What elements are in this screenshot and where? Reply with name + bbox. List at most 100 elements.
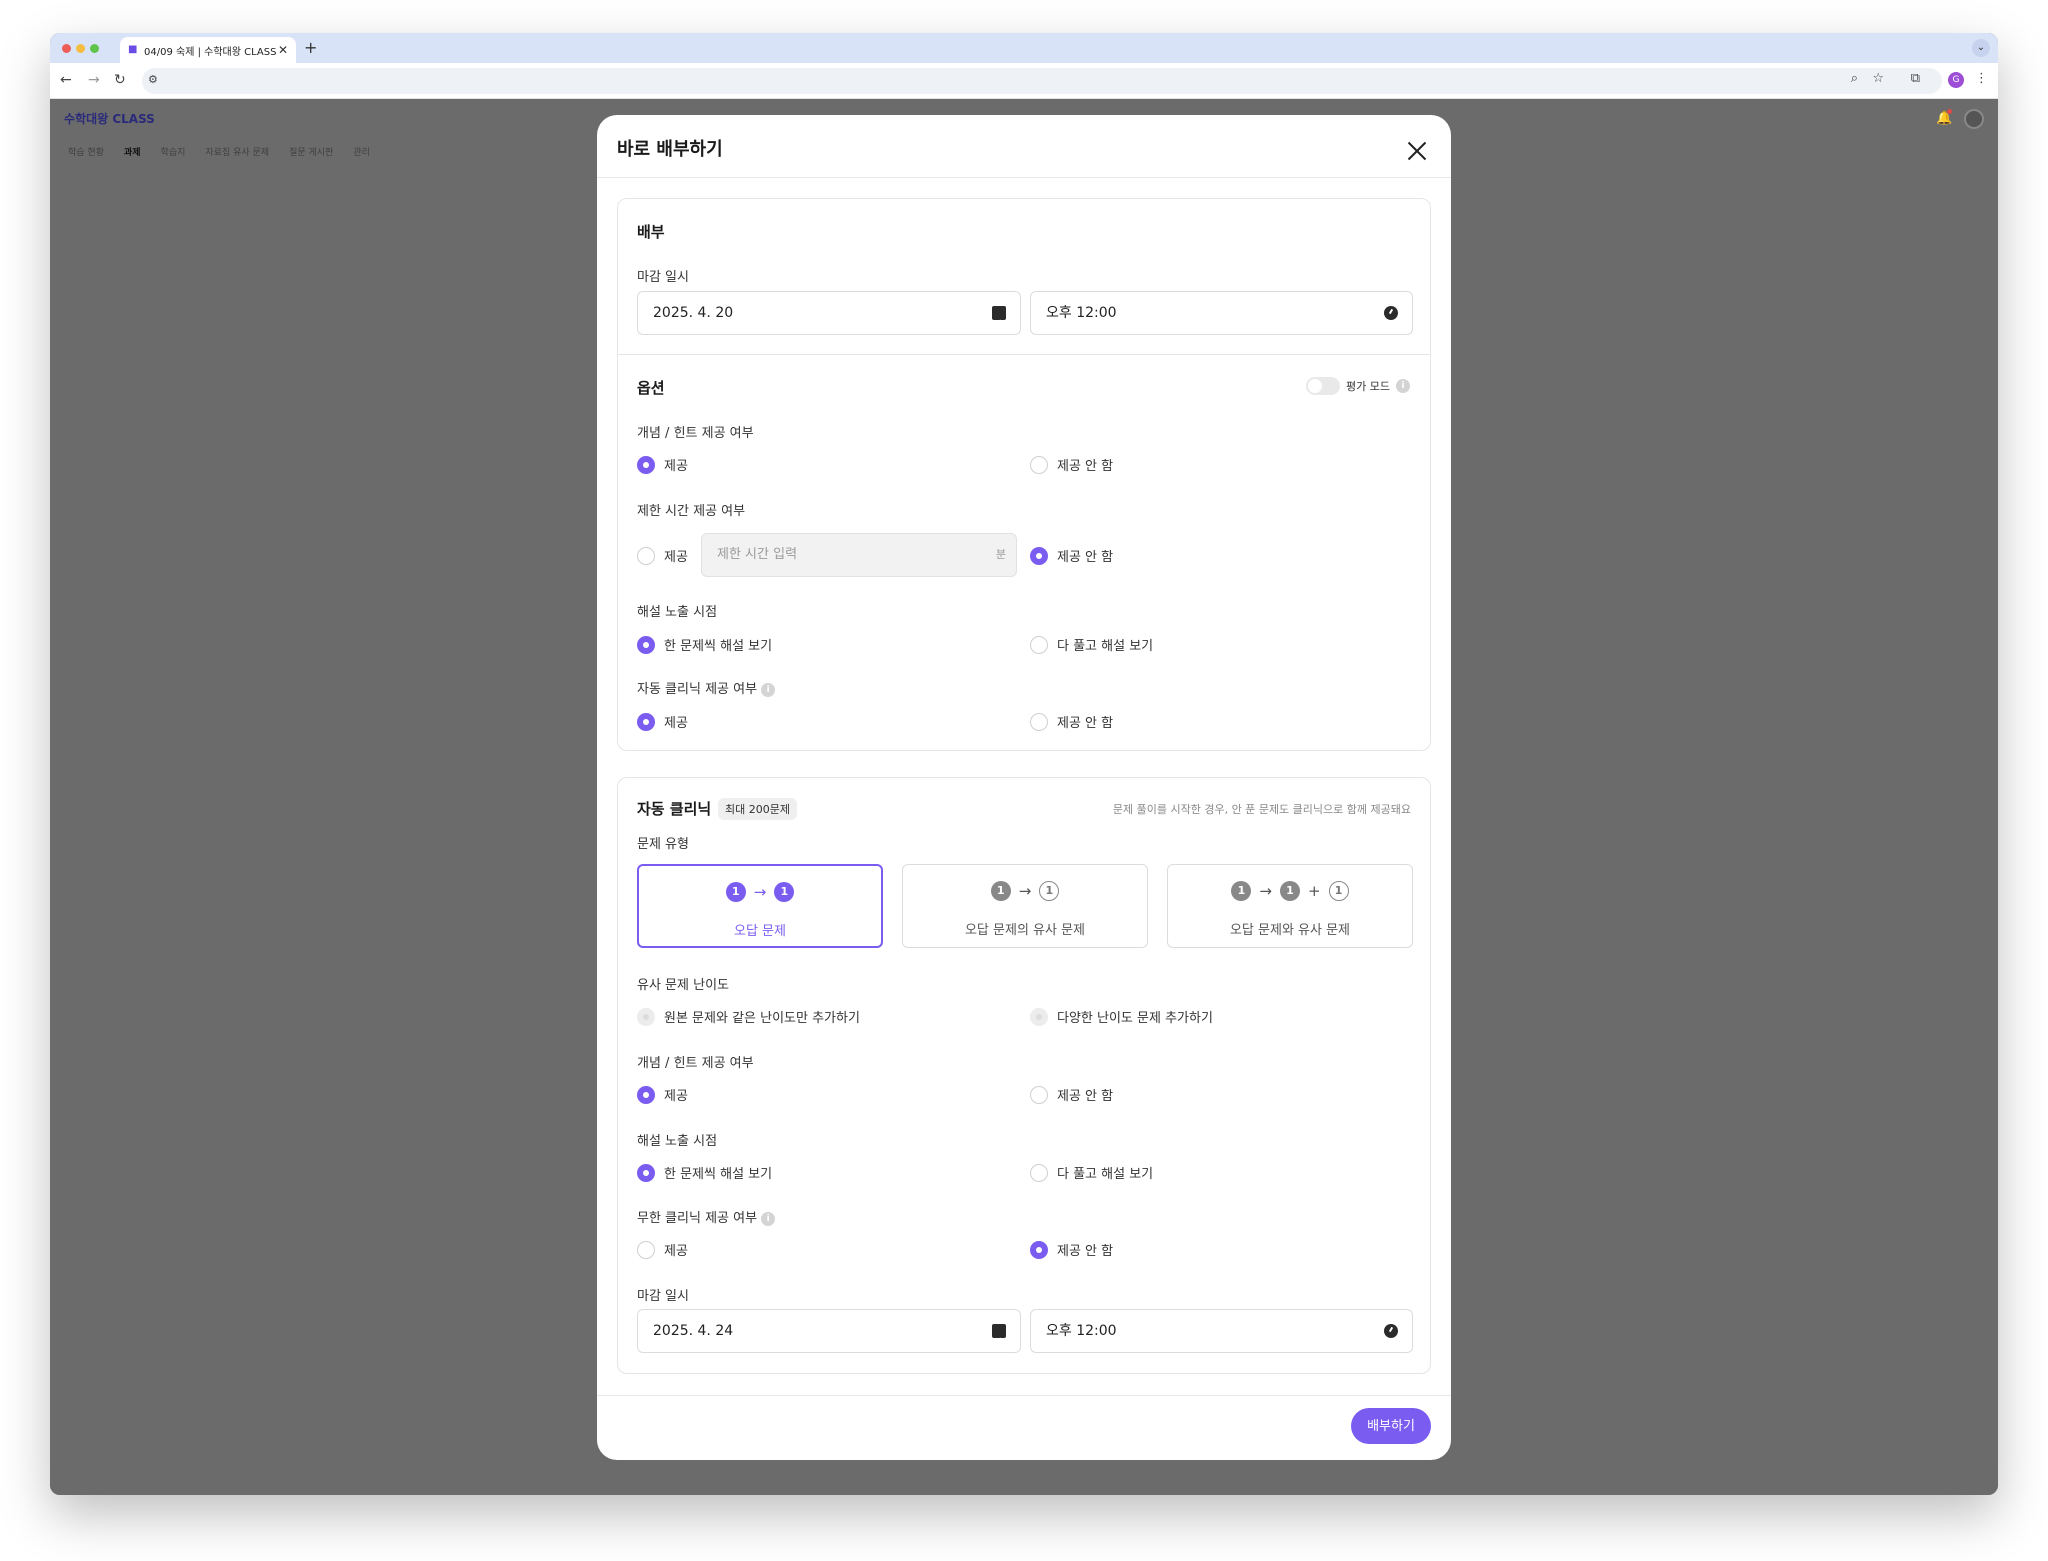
time-limit-no-radio[interactable]: 제공 안 함 — [1030, 546, 1113, 565]
tab-close-icon[interactable]: ✕ — [278, 43, 288, 57]
time-limit-input[interactable]: 제한 시간 입력 분 — [701, 533, 1017, 577]
auto-clinic-card: 자동 클리닉 최대 200문제 문제 풀이를 시작한 경우, 안 푼 문제도 클… — [617, 777, 1431, 1374]
solution-one-by-one-radio[interactable]: 한 문제씩 해설 보기 — [637, 635, 772, 654]
type-icons: 1 → 1 — [903, 881, 1147, 901]
clinic-deadline-date-field[interactable]: 2025. 4. 24 — [637, 1309, 1021, 1363]
clinic-solution-one-by-one-radio[interactable]: 한 문제씩 해설 보기 — [637, 1163, 772, 1182]
clinic-deadline-label: 마감 일시 — [637, 1289, 689, 1304]
type-card-wrong[interactable]: 1 → 1 오답 문제 — [637, 864, 883, 948]
site-settings-icon[interactable]: ⚙ — [148, 73, 158, 86]
infinite-clinic-no-radio[interactable]: 제공 안 함 — [1030, 1240, 1113, 1259]
site-favicon-icon: ■ — [128, 44, 138, 55]
nav-item[interactable]: 질문 게시판 — [289, 145, 333, 158]
info-icon[interactable]: i — [761, 1211, 776, 1226]
nav-item[interactable]: 학습 현황 — [68, 145, 104, 158]
infinite-clinic-label: 무한 클리닉 제공 여부 i — [637, 1207, 776, 1226]
distribution-section-title: 배부 — [637, 223, 665, 241]
time-limit-label: 제한 시간 제공 여부 — [637, 504, 746, 519]
info-icon[interactable]: i — [761, 682, 776, 697]
browser-tab[interactable]: ■ 04/09 숙제 | 수학대왕 CLASS ✕ — [120, 37, 296, 63]
max-problems-badge: 최대 200문제 — [718, 798, 797, 820]
auto-clinic-yes-radio[interactable]: 제공 — [637, 712, 688, 731]
type-card-wrong-and-similar[interactable]: 1 → 1 + 1 오답 문제와 유사 문제 — [1167, 864, 1413, 948]
profile-avatar[interactable]: G — [1948, 72, 1964, 88]
nav-item[interactable]: 자료집 유사 문제 — [205, 145, 269, 158]
similar-problem-icon: 1 — [1328, 881, 1349, 901]
auto-clinic-label: 자동 클리닉 제공 여부 i — [637, 678, 776, 697]
forward-icon[interactable]: → — [88, 72, 100, 88]
type-icons: 1 → 1 — [639, 882, 881, 902]
clinic-concept-hint-yes-radio[interactable]: 제공 — [637, 1085, 688, 1104]
solution-after-all-radio[interactable]: 다 풀고 해설 보기 — [1030, 635, 1153, 654]
calendar-icon[interactable] — [992, 1321, 1006, 1363]
radio-label: 제공 안 함 — [1057, 550, 1114, 565]
wrong-problem-icon: 1 — [990, 881, 1011, 901]
nav-item[interactable]: 학습지 — [161, 145, 186, 158]
maximize-window-icon[interactable] — [90, 44, 99, 53]
radio-label: 제공 — [664, 459, 688, 474]
reload-icon[interactable]: ↻ — [114, 72, 126, 88]
deadline-label: 마감 일시 — [637, 270, 689, 285]
radio-label: 제공 — [664, 550, 688, 565]
clinic-concept-hint-label: 개념 / 힌트 제공 여부 — [637, 1056, 754, 1071]
radio-circle — [1030, 1085, 1048, 1104]
radio-circle — [637, 1007, 655, 1026]
address-bar[interactable] — [142, 68, 1942, 94]
deadline-time-field[interactable]: 오후 12:00 — [1030, 291, 1413, 335]
type-card-label: 오답 문제와 유사 문제 — [1229, 923, 1351, 938]
radio-circle — [1030, 712, 1048, 731]
notification-bell-icon[interactable]: 🔔 — [1936, 109, 1952, 126]
distribute-button[interactable]: 배부하기 — [1351, 1408, 1431, 1444]
radio-label: 한 문제씩 해설 보기 — [664, 639, 773, 654]
back-icon[interactable]: ← — [60, 72, 72, 88]
radio-label: 제공 안 함 — [1057, 459, 1114, 474]
concept-hint-yes-radio[interactable]: 제공 — [637, 455, 688, 474]
radio-circle — [1030, 1163, 1048, 1182]
close-icon[interactable] — [1407, 141, 1427, 161]
new-tab-icon[interactable]: + — [304, 38, 317, 57]
modal-header: 바로 배부하기 — [597, 115, 1451, 178]
radio-circle — [637, 1163, 655, 1182]
time-limit-yes-radio[interactable]: 제공 — [637, 546, 688, 565]
bookmark-star-icon[interactable]: ☆ — [1872, 71, 1884, 86]
minimize-window-icon[interactable] — [76, 44, 85, 53]
difficulty-various-radio[interactable]: 다양한 난이도 문제 추가하기 — [1030, 1007, 1213, 1026]
arrow-right-icon: → — [1018, 882, 1032, 900]
extensions-icon[interactable]: ⧉ — [1911, 71, 1920, 86]
browser-menu-icon[interactable]: ⋮ — [1975, 71, 1988, 86]
radio-circle — [637, 1240, 655, 1259]
type-card-label: 오답 문제의 유사 문제 — [964, 923, 1086, 938]
eval-mode-control: 평가 모드 i — [1306, 377, 1410, 395]
tab-search-chevron-icon[interactable]: ⌄ — [1972, 39, 1990, 57]
deadline-date-field[interactable]: 2025. 4. 20 — [637, 291, 1021, 345]
clinic-solution-after-all-radio[interactable]: 다 풀고 해설 보기 — [1030, 1163, 1153, 1182]
user-avatar[interactable] — [1964, 109, 1984, 129]
type-card-similar[interactable]: 1 → 1 오답 문제의 유사 문제 — [902, 864, 1148, 948]
infinite-clinic-yes-radio[interactable]: 제공 — [637, 1240, 688, 1259]
clock-icon[interactable] — [1384, 306, 1398, 320]
concept-hint-no-radio[interactable]: 제공 안 함 — [1030, 455, 1113, 474]
tab-bar: ■ 04/09 숙제 | 수학대왕 CLASS ✕ + ⌄ — [50, 33, 1998, 63]
type-icons: 1 → 1 + 1 — [1168, 881, 1412, 901]
eval-mode-toggle[interactable] — [1306, 377, 1341, 395]
radio-label: 제공 안 함 — [1057, 716, 1114, 731]
clock-icon[interactable] — [1384, 1324, 1398, 1338]
auto-clinic-no-radio[interactable]: 제공 안 함 — [1030, 712, 1113, 731]
arrow-right-icon: → — [753, 883, 767, 901]
options-section-title: 옵션 — [637, 379, 665, 397]
infinite-clinic-label-text: 무한 클리닉 제공 여부 — [637, 1211, 758, 1226]
nav-item[interactable]: 관리 — [353, 145, 370, 158]
close-window-icon[interactable] — [62, 44, 71, 53]
browser-toolbar: ← → ↻ ⚙ ⌕ ☆ ⧉ G ⋮ — [50, 63, 1998, 99]
difficulty-same-radio[interactable]: 원본 문제와 같은 난이도만 추가하기 — [637, 1007, 860, 1026]
time-limit-unit: 분 — [995, 548, 1006, 561]
calendar-icon[interactable] — [992, 303, 1006, 345]
zoom-icon[interactable]: ⌕ — [1851, 71, 1858, 86]
app-logo[interactable]: 수학대왕 CLASS — [64, 110, 155, 127]
clinic-concept-hint-no-radio[interactable]: 제공 안 함 — [1030, 1085, 1113, 1104]
nav-item-active[interactable]: 과제 — [124, 145, 141, 158]
radio-label: 제공 안 함 — [1057, 1089, 1114, 1104]
clinic-deadline-time-field[interactable]: 오후 12:00 — [1030, 1309, 1413, 1353]
info-icon[interactable]: i — [1396, 379, 1410, 393]
radio-circle — [1030, 1007, 1048, 1026]
